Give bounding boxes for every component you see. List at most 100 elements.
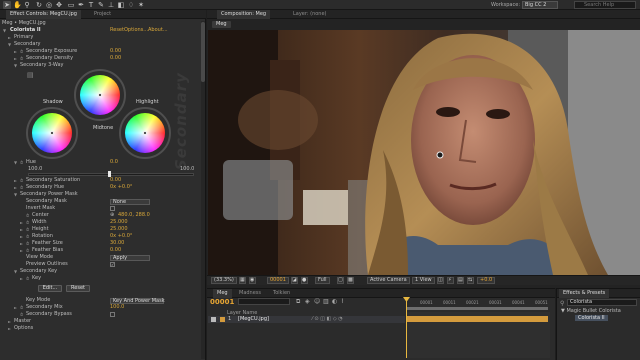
layer-name[interactable]: [MegCU.jpg] [238, 316, 269, 323]
resolution-dropdown[interactable]: Full [315, 277, 330, 284]
help-search-input[interactable]: Search Help [574, 1, 636, 9]
secondary-density-value[interactable]: 0.00 [110, 55, 121, 62]
secondary-group-row[interactable]: ▼ Secondary [0, 41, 200, 48]
draft-3d-icon[interactable]: ◈ [305, 298, 310, 305]
tab-layer[interactable]: Layer: (none) [289, 10, 331, 19]
timeline-timecode[interactable]: 00001 [210, 298, 234, 306]
view-mode-dropdown[interactable]: Apply [110, 254, 150, 261]
channel-icon[interactable]: ● [301, 277, 308, 284]
frame-blending-icon[interactable]: ▥ [323, 298, 329, 305]
hue-value[interactable]: 0.0 [110, 159, 118, 166]
clone-stamp-tool-icon[interactable]: ⊥ [107, 1, 115, 9]
timeline-search-input[interactable] [238, 298, 290, 305]
center-value[interactable]: 480.0, 288.0 [118, 212, 150, 219]
tab-timeline-madness[interactable]: Madness [235, 289, 265, 298]
feather-bias-value[interactable]: 0.00 [110, 247, 121, 254]
secondary-3way-row[interactable]: ▼ Secondary 3-Way [0, 62, 200, 69]
eraser-tool-icon[interactable]: ◧ [117, 1, 125, 9]
snapshot-icon[interactable]: ◪ [291, 277, 298, 284]
rotation-tool-icon[interactable]: ↻ [35, 1, 43, 9]
transparency-grid-icon[interactable]: ▩ [347, 277, 354, 284]
motion-blur-icon[interactable]: ◐ [332, 298, 337, 305]
width-value[interactable]: 25.000 [110, 219, 128, 226]
region-of-interest-icon[interactable]: ▢ [337, 277, 344, 284]
height-value[interactable]: 25.000 [110, 226, 128, 233]
comp-sub-tab[interactable]: Meg [212, 21, 231, 28]
primary-group-row[interactable]: ► Primary [0, 34, 200, 41]
expand-triangle-icon[interactable]: ▼ [3, 27, 6, 34]
hand-tool-icon[interactable]: ✋ [13, 1, 22, 9]
shy-icon[interactable]: ☺ [314, 298, 320, 305]
eyedropper-icon[interactable]: ▤ [27, 71, 34, 79]
invert-mask-checkbox[interactable] [110, 206, 115, 211]
puppet-pin-tool-icon[interactable]: ✶ [137, 1, 145, 9]
current-time-indicator[interactable] [406, 298, 407, 358]
layer-row[interactable]: 1 [MegCU.jpg] ⁄ ⊙ ◫ ◧ ◇ ◔ [208, 316, 405, 323]
layer-duration-bar[interactable] [407, 316, 548, 322]
brush-tool-icon[interactable]: ✎ [97, 1, 105, 9]
secondary-saturation-value[interactable]: 0.00 [110, 177, 121, 184]
midtone-wheel-handle[interactable] [98, 93, 102, 97]
feather-size-value[interactable]: 30.00 [110, 240, 124, 247]
highlight-wheel-handle[interactable] [143, 131, 147, 135]
camera-icon[interactable]: ◉ [249, 277, 256, 284]
rectangle-mask-tool-icon[interactable]: ▭ [67, 1, 75, 9]
visibility-eye-icon[interactable] [211, 317, 216, 322]
secondary-exposure-value[interactable]: 0.00 [110, 48, 121, 55]
hue-slider-track[interactable] [28, 173, 194, 176]
preset-category[interactable]: ▼ Magic Bullet Colorista [561, 308, 621, 314]
tab-effect-controls[interactable]: Effect Controls: MegCU.jpg [6, 10, 81, 19]
shadow-wheel-handle[interactable] [50, 131, 54, 135]
presets-search-input[interactable]: Colorista [567, 299, 637, 306]
secondary-mask-dropdown[interactable]: None [110, 198, 150, 205]
reset-key-button[interactable]: Reset [66, 285, 90, 292]
options-link[interactable]: Options... [124, 27, 148, 34]
crosshair-icon[interactable]: ⊕ [110, 212, 114, 219]
preview-outlines-checkbox[interactable]: ✓ [110, 262, 115, 267]
current-time-display[interactable]: 00001 [267, 277, 289, 284]
type-tool-icon[interactable]: T [87, 1, 95, 9]
flowchart-icon[interactable]: ⇆ [467, 277, 474, 284]
tab-timeline-tolkien[interactable]: Tolkien [269, 289, 294, 298]
roto-brush-tool-icon[interactable]: ♢ [127, 1, 135, 9]
rotation-value[interactable]: 0x +0.0° [110, 233, 132, 240]
effects-scrollbar-thumb[interactable] [201, 22, 205, 82]
layer-switches-icon[interactable]: ⁄ ⊙ ◫ ◧ ◇ ◔ [312, 316, 343, 323]
tab-effects-presets[interactable]: Effects & Presets [559, 289, 610, 298]
tab-composition[interactable]: Composition: Meg [217, 10, 271, 19]
pen-tool-icon[interactable]: ✒ [77, 1, 85, 9]
edit-key-button[interactable]: Edit... [38, 285, 62, 292]
composition-viewer[interactable] [208, 30, 640, 275]
views-dropdown[interactable]: 1 View [412, 277, 435, 284]
tab-timeline-meg[interactable]: Meg [213, 289, 232, 298]
tab-project[interactable]: Project [90, 10, 115, 19]
workspace-dropdown[interactable]: Big CC 2 [522, 1, 558, 9]
secondary-hue-value[interactable]: 0x +0.0° [110, 184, 132, 191]
secondary-power-mask-row[interactable]: ▼ Secondary Power Mask [0, 191, 200, 198]
secondary-bypass-checkbox[interactable] [110, 312, 115, 317]
secondary-mix-value[interactable]: 100.0 [110, 304, 124, 311]
exposure-value[interactable]: +0.0 [477, 277, 496, 284]
key-mode-dropdown[interactable]: Key And Power Mask [110, 297, 165, 304]
camera-orbit-tool-icon[interactable]: ◎ [45, 1, 53, 9]
toggle-pixel-aspect-icon[interactable]: ◫ [437, 277, 444, 284]
master-group-row[interactable]: ► Master [0, 318, 200, 325]
magnification-dropdown[interactable]: (33.3%) [211, 277, 237, 284]
work-area-bar[interactable] [407, 307, 548, 310]
timeline-icon[interactable]: ▤ [457, 277, 464, 284]
zoom-tool-icon[interactable]: ⚲ [23, 1, 31, 9]
options-group-row[interactable]: ► Options [0, 325, 200, 332]
comp-mini-flowchart-icon[interactable]: ⧉ [296, 298, 300, 306]
fast-previews-icon[interactable]: ⚡ [447, 277, 454, 284]
graph-editor-icon[interactable]: ⌇ [341, 298, 344, 305]
label-color-icon[interactable] [220, 317, 225, 322]
grid-icon[interactable]: ▦ [239, 277, 246, 284]
about-link[interactable]: About... [148, 27, 168, 34]
selection-tool-icon[interactable]: ➤ [3, 1, 11, 9]
preset-item-colorista[interactable]: Colorista II [575, 315, 608, 321]
reset-link[interactable]: Reset [110, 27, 124, 34]
expand-triangle-icon: ► [8, 319, 12, 324]
camera-dropdown[interactable]: Active Camera [367, 277, 410, 284]
secondary-key-row[interactable]: ▼ Secondary Key [0, 268, 200, 275]
pan-behind-tool-icon[interactable]: ✥ [55, 1, 63, 9]
